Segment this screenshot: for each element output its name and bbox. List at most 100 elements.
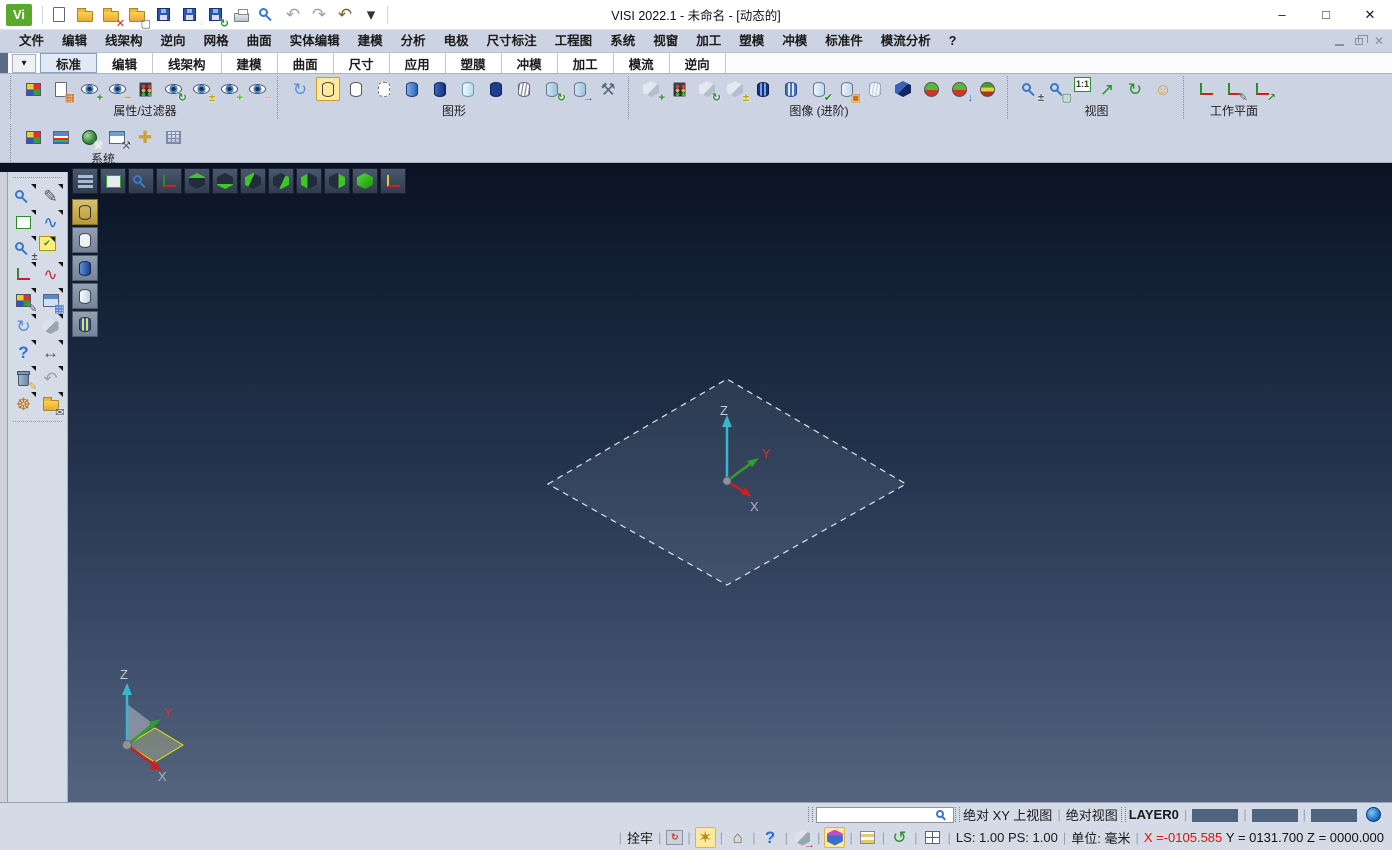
ribbon-tab[interactable]: 曲面: [277, 53, 334, 73]
wand-snap-icon[interactable]: ✶: [694, 827, 716, 848]
drag-handle[interactable]: [954, 807, 960, 822]
menu-item[interactable]: 文件: [10, 30, 53, 52]
view-list-icon[interactable]: [74, 170, 96, 192]
menu-item[interactable]: 实体编辑: [281, 30, 349, 52]
cube-front-view-icon[interactable]: [242, 170, 264, 192]
window-layout-icon[interactable]: ▦: [39, 288, 65, 315]
zoom-magnifier-icon[interactable]: [130, 170, 152, 192]
refresh-redraw-icon[interactable]: ↻: [12, 314, 36, 338]
cube-front-view-button[interactable]: [240, 168, 266, 194]
close-button[interactable]: ✕: [1348, 0, 1392, 30]
shaded-edges-mode-icon[interactable]: [74, 285, 96, 307]
cylinder-tag-icon[interactable]: ▣: [835, 77, 861, 104]
save-sync-icon[interactable]: ↻: [203, 3, 229, 29]
viewport-canvas[interactable]: Z Y X Z Y X: [68, 163, 1392, 802]
grid-settings-icon[interactable]: [161, 125, 185, 149]
cube-bottom-view-icon[interactable]: [214, 170, 236, 192]
cylinder-export-icon[interactable]: →: [568, 77, 594, 104]
cube-right-view-button[interactable]: [324, 168, 350, 194]
axonometric-view-icon[interactable]: [158, 170, 180, 192]
attributes-page-icon[interactable]: ▦: [49, 77, 75, 104]
workplane-axes-icon[interactable]: [12, 262, 36, 286]
app-logo[interactable]: Vi: [6, 3, 32, 26]
menu-item[interactable]: 分析: [392, 30, 435, 52]
ribbon-tab[interactable]: 编辑: [97, 53, 154, 73]
ribbon-tab[interactable]: 塑膜: [445, 53, 502, 73]
cylinder-striped-icon[interactable]: [779, 77, 803, 101]
graphics-settings-icon[interactable]: ⚒: [596, 77, 620, 101]
undo-icon[interactable]: ↶: [281, 3, 305, 27]
cube-iso-view-button[interactable]: [352, 168, 378, 194]
hidden-line-mode-button[interactable]: [72, 227, 98, 253]
globe-settings-icon[interactable]: ⚒: [77, 125, 103, 152]
cube-shading-icon[interactable]: [824, 827, 846, 848]
absolute-view-label[interactable]: 绝对视图: [1066, 805, 1118, 824]
shaded-mode-button[interactable]: [72, 255, 98, 281]
toolbar-drag-handle[interactable]: [13, 421, 62, 424]
lock-toggle[interactable]: 拴牢: [627, 828, 653, 847]
workplane-view-icon[interactable]: [382, 170, 404, 192]
open-file-icon[interactable]: [73, 3, 97, 27]
ribbon-dropdown-button[interactable]: ▾: [12, 54, 36, 73]
menu-item[interactable]: 冲模: [773, 30, 816, 52]
cube-right-view-icon[interactable]: [326, 170, 348, 192]
zoom-extents-view-icon[interactable]: [102, 170, 124, 192]
wireframe-mode-icon[interactable]: [74, 201, 96, 223]
hidden-line-mode-icon[interactable]: [74, 229, 96, 251]
solid-cube-icon[interactable]: [39, 314, 63, 338]
close-file-icon[interactable]: ✕: [99, 3, 125, 29]
units-label[interactable]: 单位: 毫米: [1071, 828, 1130, 847]
zoom-window-icon[interactable]: ▢: [1046, 77, 1072, 104]
cube-plus-minus-icon[interactable]: ±: [723, 77, 749, 104]
drag-handle[interactable]: [1120, 807, 1126, 822]
cylinder-blue-icon[interactable]: [400, 77, 424, 101]
spline-pencil-icon[interactable]: ∿: [39, 210, 63, 234]
menu-item[interactable]: 工程图: [546, 30, 602, 52]
workplane-align-icon[interactable]: ↗: [1250, 77, 1276, 104]
menu-item[interactable]: 编辑: [53, 30, 96, 52]
ribbon-tab[interactable]: 冲模: [501, 53, 558, 73]
eye-plus-minus-icon[interactable]: ±: [189, 77, 215, 104]
measure-distance-icon[interactable]: ↔: [39, 340, 63, 364]
workplane-modify-icon[interactable]: ✎: [1222, 77, 1248, 104]
redo-icon[interactable]: ↷: [307, 3, 331, 27]
undo-status-icon[interactable]: ↺: [889, 827, 910, 848]
zoom-actual-size-icon[interactable]: 1:1: [1074, 77, 1091, 92]
toolbar-drag-handle[interactable]: [13, 177, 62, 180]
eye-minus-icon[interactable]: −: [245, 77, 271, 104]
help-question-icon[interactable]: ?: [12, 340, 36, 364]
ribbon-tab[interactable]: 建模: [221, 53, 278, 73]
refresh-status-icon[interactable]: ↻: [666, 830, 684, 845]
color-window-icon[interactable]: [49, 125, 73, 149]
quad-view-icon[interactable]: [922, 827, 943, 848]
attributes-brush-icon[interactable]: ✎: [12, 288, 38, 315]
drag-handle[interactable]: [807, 807, 813, 822]
confirm-checkbox-icon[interactable]: ✔: [38, 236, 56, 251]
shaded-mode-icon[interactable]: [74, 257, 96, 279]
view-list-button[interactable]: [72, 168, 98, 194]
undo-arrow-icon[interactable]: ↶: [39, 366, 63, 390]
search-input[interactable]: [815, 806, 954, 823]
shading-smiley-icon[interactable]: ☺: [1151, 77, 1175, 101]
cube-left-view-icon[interactable]: [298, 170, 320, 192]
save-icon[interactable]: [151, 3, 175, 27]
mdi-close-button[interactable]: ✕: [1374, 35, 1384, 47]
cylinder-outline-2-icon[interactable]: [372, 77, 396, 101]
wireframe-mode-button[interactable]: [72, 199, 98, 225]
rotate-view-icon[interactable]: ↻: [1123, 77, 1147, 101]
ribbon-tab[interactable]: 尺寸: [333, 53, 390, 73]
menu-item[interactable]: 视窗: [644, 30, 687, 52]
cylinder-check-icon[interactable]: ✔: [807, 77, 833, 104]
workplane-create-icon[interactable]: [1194, 77, 1218, 101]
zoom-search-icon[interactable]: [12, 184, 36, 208]
cube-top-view-icon[interactable]: [186, 170, 208, 192]
menu-item[interactable]: 加工: [687, 30, 730, 52]
color-palette-grid-icon[interactable]: [21, 125, 45, 149]
zoom-extents-view-button[interactable]: [100, 168, 126, 194]
zoom-scale-icon[interactable]: ±: [12, 236, 38, 263]
shaded-edges-mode-button[interactable]: [72, 283, 98, 309]
eye-remove-icon[interactable]: −: [105, 77, 131, 104]
cube-dynamic-icon[interactable]: →: [792, 827, 815, 850]
snap-settings-icon[interactable]: ✚: [133, 125, 157, 149]
menu-item[interactable]: 系统: [601, 30, 644, 52]
